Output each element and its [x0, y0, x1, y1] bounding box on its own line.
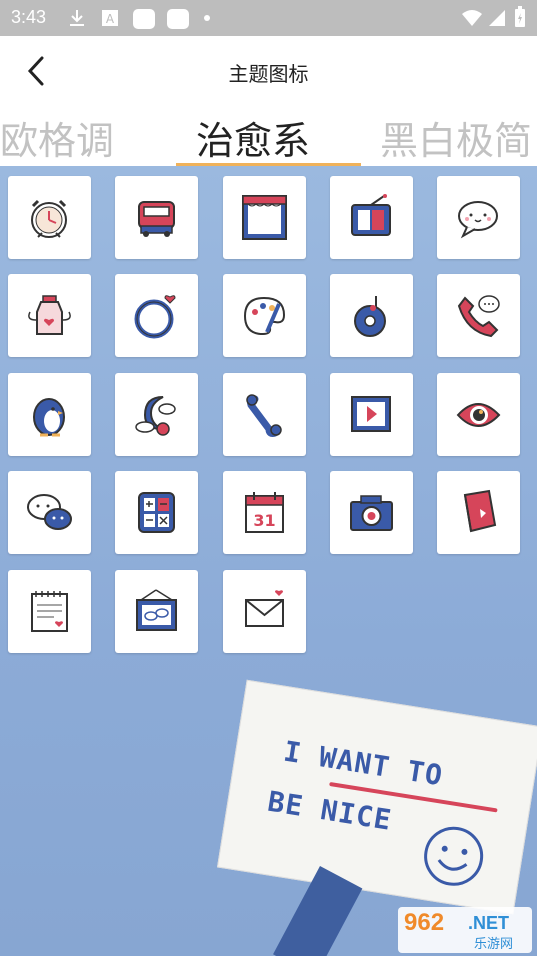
- decorative-sign: I WANT TO BE NICE: [216, 679, 537, 915]
- bone-wrench-icon: [246, 394, 282, 437]
- icon-tile[interactable]: [8, 570, 91, 653]
- icon-tile[interactable]: [330, 471, 413, 554]
- tab-black-white[interactable]: 黑白极简: [380, 110, 532, 165]
- picture-frame-icon: [136, 589, 177, 631]
- icon-tile[interactable]: [223, 373, 306, 456]
- smiley-icon: [424, 826, 484, 886]
- wifi-icon: [462, 10, 482, 26]
- icon-tile[interactable]: [330, 176, 413, 259]
- chat-faces-icon: [27, 494, 72, 530]
- bottle-wings-icon: [28, 295, 71, 335]
- watermark-number: 962: [404, 909, 445, 936]
- cellular-icon: [489, 10, 505, 26]
- header: 主题图标 欧格调 治愈系 黑白极简: [0, 36, 537, 166]
- icon-tile[interactable]: [115, 471, 198, 554]
- tv-icon: [351, 194, 391, 236]
- mail-icon: [245, 590, 284, 627]
- calendar-day: 31: [253, 511, 275, 530]
- ring-icon: [134, 295, 176, 339]
- palette-icon: [243, 296, 286, 336]
- watermark-net: .NET: [468, 913, 510, 933]
- notepad-icon: [31, 591, 68, 632]
- app-square-icon: [133, 9, 155, 29]
- music-disc-icon: [354, 296, 386, 337]
- a-icon: A: [102, 10, 118, 26]
- icon-tile[interactable]: [437, 373, 520, 456]
- icon-tile[interactable]: 31: [223, 471, 306, 554]
- icon-tile[interactable]: [437, 176, 520, 259]
- book-icon: [463, 489, 497, 533]
- chat-bubble-icon: [458, 201, 498, 239]
- icon-tile[interactable]: [115, 176, 198, 259]
- tab-healing[interactable]: 治愈系: [196, 110, 310, 165]
- penguin-icon: [33, 398, 65, 437]
- page-title: 主题图标: [228, 62, 309, 86]
- icon-tile[interactable]: [8, 373, 91, 456]
- window-frame-icon: [242, 195, 287, 240]
- icon-tile[interactable]: [8, 274, 91, 357]
- icon-tile[interactable]: [223, 274, 306, 357]
- icon-tile[interactable]: [8, 176, 91, 259]
- watermark-cn: 乐游网: [474, 937, 514, 952]
- icon-tile[interactable]: [437, 274, 520, 357]
- status-time: 3:43: [11, 7, 47, 27]
- icon-tile[interactable]: [8, 471, 91, 554]
- icon-tile[interactable]: [115, 373, 198, 456]
- icon-tile[interactable]: [115, 274, 198, 357]
- eye-icon: [456, 403, 501, 427]
- svg-text:A: A: [106, 12, 115, 26]
- app-square-icon: [167, 9, 189, 29]
- icon-tile[interactable]: [115, 570, 198, 653]
- battery-icon: [515, 6, 525, 27]
- calculator-icon: [138, 492, 175, 533]
- alarm-clock-icon: [31, 199, 67, 238]
- icon-tile[interactable]: [330, 373, 413, 456]
- icon-tile[interactable]: [437, 471, 520, 554]
- icon-tile[interactable]: [223, 570, 306, 653]
- phone-icon: [457, 295, 500, 338]
- download-icon: [70, 10, 84, 26]
- bus-icon: [138, 201, 175, 237]
- dot-icon: [204, 15, 210, 21]
- icon-tile[interactable]: [223, 176, 306, 259]
- moon-cloud-icon: [135, 396, 176, 436]
- sign-board: [216, 679, 537, 915]
- icon-tile[interactable]: [330, 274, 413, 357]
- tab-eurostyle[interactable]: 欧格调: [0, 110, 114, 165]
- watermark-logo: 962 .NET 乐游网: [398, 907, 532, 953]
- icon-grid-area: 31 I WANT TO BE NICE: [0, 166, 537, 956]
- status-bar: 3:43 A: [0, 0, 537, 36]
- camera-icon: [350, 495, 393, 531]
- video-player-icon: [351, 396, 391, 432]
- calendar-icon: 31: [245, 492, 284, 533]
